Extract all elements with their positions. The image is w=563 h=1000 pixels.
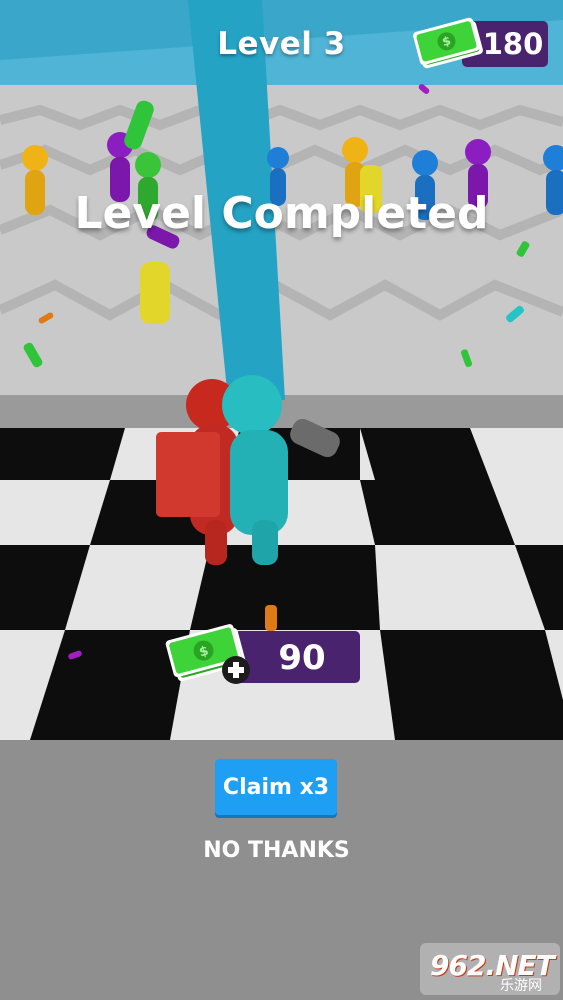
watermark-subtext: 乐游网	[500, 978, 542, 994]
no-thanks-button[interactable]: NO THANKS	[0, 838, 553, 863]
claim-x3-button[interactable]: Claim x3	[215, 759, 337, 815]
level-completed-title: Level Completed	[74, 188, 489, 239]
coin-count: 180	[482, 27, 544, 61]
cash-stack-icon: $	[413, 17, 483, 69]
cash-plus-icon: $	[165, 624, 250, 684]
reward-amount: 90	[278, 638, 326, 678]
